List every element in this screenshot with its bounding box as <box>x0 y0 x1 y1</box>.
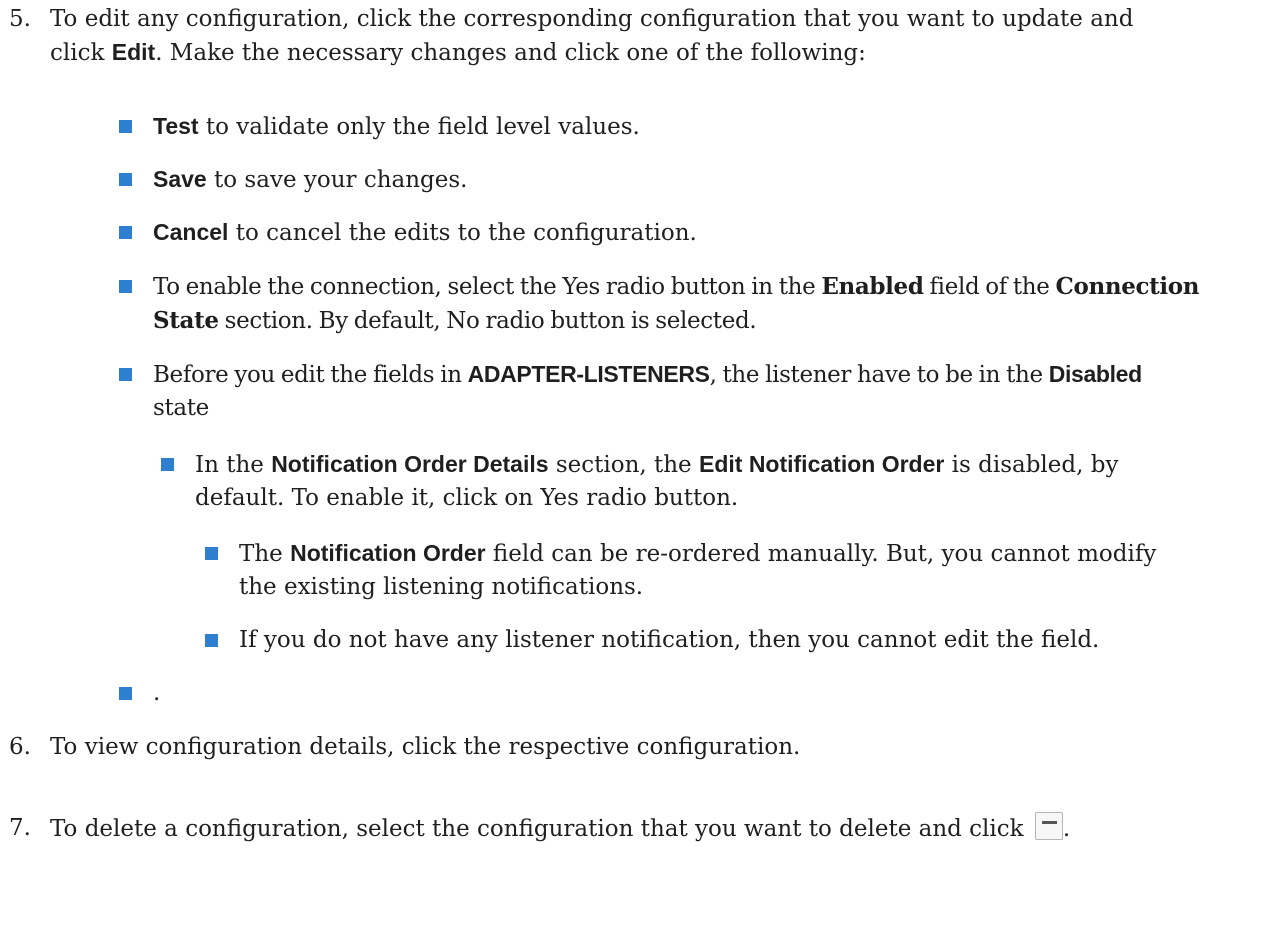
list-item-text: to save your changes. <box>206 167 468 193</box>
intro-text: click <box>50 40 112 66</box>
list-item-empty: . <box>119 677 1254 710</box>
list-item-text: field can be re-ordered manually. But, y… <box>485 541 1157 567</box>
test-term: Test <box>153 113 199 139</box>
disabled-term: Disabled <box>1048 361 1142 387</box>
list-item-text: to validate only the field level values. <box>198 114 640 140</box>
list-item-text: section, the <box>548 452 699 478</box>
list-item-text: The <box>239 541 291 567</box>
notification-details-line-2: default. To enable it, click on Yes radi… <box>195 485 739 511</box>
list-item-text: to cancel the edits to the configuration… <box>228 220 697 246</box>
edit-term: Edit <box>111 39 156 65</box>
list-item-text: If you do not have any listener notifica… <box>239 627 1100 653</box>
period: . <box>1062 816 1071 842</box>
enable-line-1: To enable the connection, select the Yes… <box>153 270 1254 304</box>
list-item-text: is disabled, by <box>944 452 1119 478</box>
intro-line-1: To edit any configuration, click the cor… <box>50 6 1134 32</box>
square-bullet-icon <box>119 368 132 381</box>
minus-icon <box>1034 812 1063 840</box>
state-term: State <box>153 307 219 334</box>
step-5-intro: To edit any configuration, click the cor… <box>50 3 1254 70</box>
notification-order-term: Notification Order <box>290 540 486 566</box>
adapter-listeners-term: ADAPTER-LISTENERS <box>467 361 710 387</box>
list-item-text: field of the <box>923 274 1056 300</box>
intro-text: . Make the necessary changes and click o… <box>155 40 866 66</box>
adapter-line-1: Before you edit the fields in ADAPTER-LI… <box>153 358 1254 392</box>
list-item-adapter-listeners: Before you edit the fields in ADAPTER-LI… <box>119 358 1254 425</box>
list-item-test: Test to validate only the field level va… <box>119 110 1254 144</box>
square-bullet-icon <box>205 547 218 560</box>
notification-order-line-2: the existing listening notifications. <box>239 574 644 600</box>
list-item-enable-connection: To enable the connection, select the Yes… <box>119 270 1254 338</box>
enabled-term: Enabled <box>821 273 924 300</box>
cancel-term: Cancel <box>153 219 229 245</box>
intro-line-2: click Edit. Make the necessary changes a… <box>50 36 1254 70</box>
square-bullet-icon <box>161 458 174 471</box>
step-7-text: To delete a configuration, select the co… <box>50 812 1254 846</box>
list-item-notification-order-details: In the Notification Order Details sectio… <box>161 448 1254 515</box>
square-bullet-icon <box>119 120 132 133</box>
edit-notification-order-term: Edit Notification Order <box>698 451 945 477</box>
step-6-text: To view configuration details, click the… <box>50 734 801 760</box>
list-item-text: In the <box>195 452 272 478</box>
step-number: 7. <box>9 815 31 841</box>
square-bullet-icon <box>119 226 132 239</box>
list-item-notification-order: The Notification Order field can be re-o… <box>205 537 1254 604</box>
notification-order-details-term: Notification Order Details <box>271 451 549 477</box>
notification-details-line-1: In the Notification Order Details sectio… <box>195 448 1254 482</box>
step-number: 6. <box>9 734 31 760</box>
list-item-cancel: Cancel to cancel the edits to the config… <box>119 216 1254 250</box>
step-7-sentence: To delete a configuration, select the co… <box>50 816 1031 842</box>
documentation-page: 5. To edit any configuration, click the … <box>0 0 1262 928</box>
enable-line-2: State section. By default, No radio butt… <box>153 304 1254 338</box>
step-number: 5. <box>9 6 31 32</box>
connection-term: Connection <box>1055 273 1200 300</box>
list-item-text: , the listener have to be in the <box>709 362 1049 388</box>
list-item-text: section. By default, No radio button is … <box>218 308 757 334</box>
list-item-text: Before you edit the fields in <box>153 362 468 388</box>
square-bullet-icon <box>119 173 132 186</box>
list-item-text: To enable the connection, select the Yes… <box>153 274 822 300</box>
list-item-no-listener: If you do not have any listener notifica… <box>205 624 1254 657</box>
notification-order-line-1: The Notification Order field can be re-o… <box>239 537 1254 571</box>
square-bullet-icon <box>119 687 132 700</box>
list-item-save: Save to save your changes. <box>119 163 1254 197</box>
save-term: Save <box>153 166 207 192</box>
square-bullet-icon <box>119 280 132 293</box>
square-bullet-icon <box>205 634 218 647</box>
list-item-text: . <box>153 680 161 706</box>
adapter-line-2: state <box>153 395 209 421</box>
